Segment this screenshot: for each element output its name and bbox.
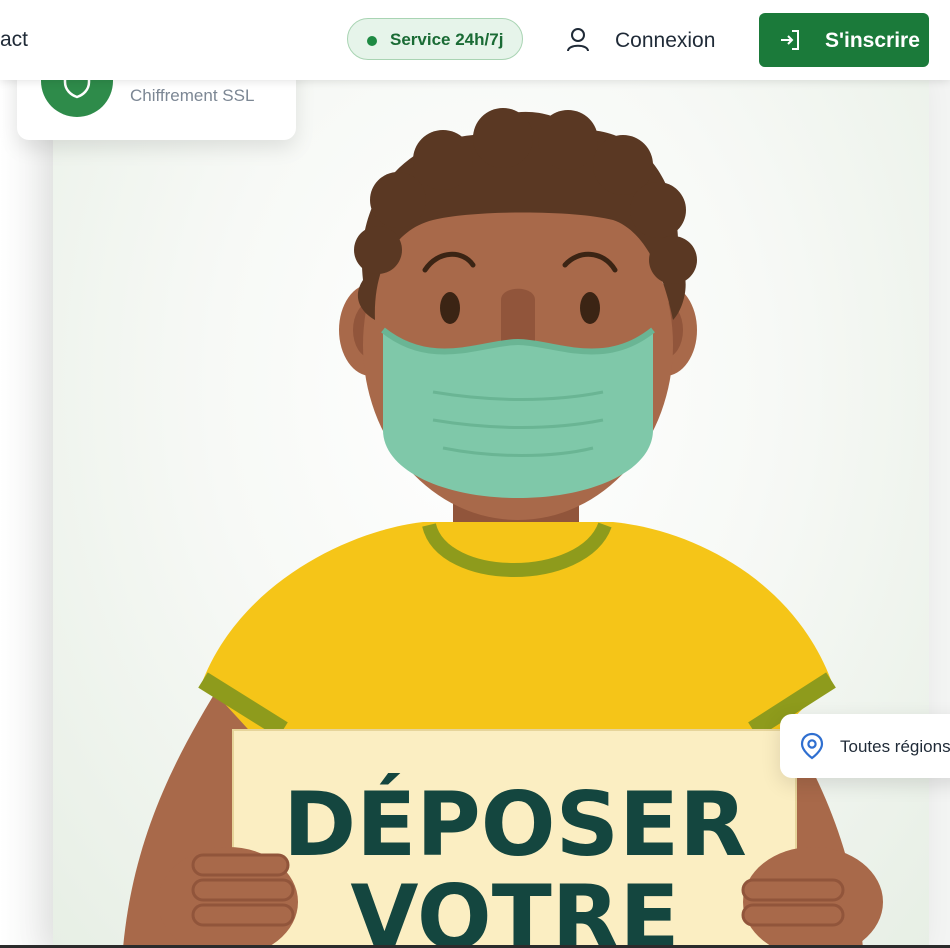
top-navbar: act Service 24h/7j Connexion S'inscrire [0, 0, 950, 80]
login-link[interactable]: Connexion [615, 29, 715, 53]
background-edge [0, 80, 54, 948]
person-holding-sign-illustration: DÉPOSER VOTRE [123, 108, 883, 948]
map-pin-icon [800, 732, 824, 760]
nav-link-contact[interactable]: act [0, 28, 28, 52]
region-card: Toutes régions [780, 714, 950, 778]
status-text: Service 24h/7j [390, 30, 504, 49]
service-status-badge: Service 24h/7j [347, 18, 523, 60]
sign-text-line2: VOTRE [350, 866, 679, 948]
user-icon[interactable] [566, 27, 590, 53]
sign-text-line1: DÉPOSER [283, 773, 747, 876]
ssl-label: Chiffrement SSL [130, 86, 255, 105]
status-dot-icon [367, 36, 377, 46]
hero-illustration: DÉPOSER VOTRE [53, 80, 929, 948]
login-arrow-icon [781, 30, 799, 50]
signup-button[interactable]: S'inscrire [759, 13, 929, 67]
region-label: Toutes régions [840, 737, 950, 756]
signup-button-label: S'inscrire [825, 29, 920, 52]
